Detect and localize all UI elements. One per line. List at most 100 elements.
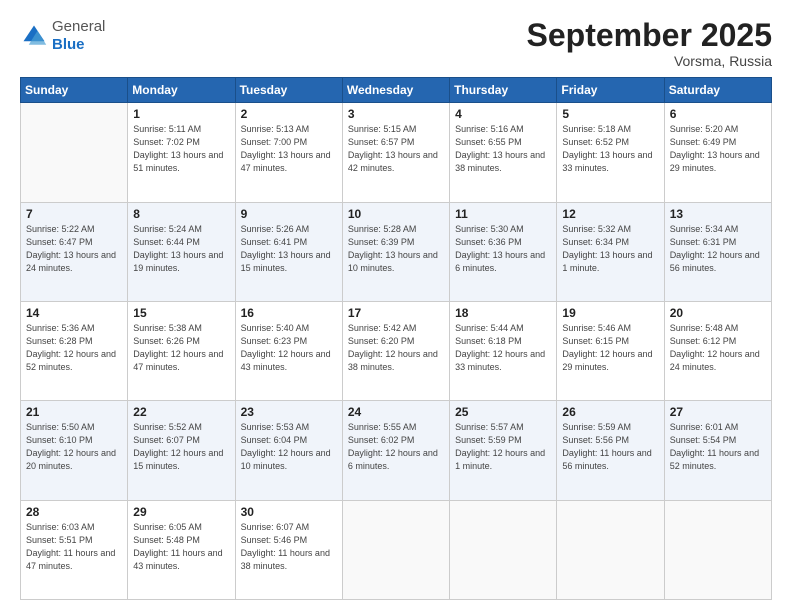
day-info: Sunrise: 5:24 AMSunset: 6:44 PMDaylight:…: [133, 223, 230, 275]
day-number: 8: [133, 207, 230, 221]
day-info: Sunrise: 5:40 AMSunset: 6:23 PMDaylight:…: [241, 322, 338, 374]
day-number: 24: [348, 405, 445, 419]
title-block: September 2025 Vorsma, Russia: [527, 18, 772, 69]
day-info: Sunrise: 5:13 AMSunset: 7:00 PMDaylight:…: [241, 123, 338, 175]
day-info: Sunrise: 5:55 AMSunset: 6:02 PMDaylight:…: [348, 421, 445, 473]
weekday-header-wednesday: Wednesday: [342, 78, 449, 103]
calendar-cell: 21 Sunrise: 5:50 AMSunset: 6:10 PMDayligh…: [21, 401, 128, 500]
day-info: Sunrise: 6:01 AMSunset: 5:54 PMDaylight:…: [670, 421, 767, 473]
day-info: Sunrise: 5:53 AMSunset: 6:04 PMDaylight:…: [241, 421, 338, 473]
day-number: 5: [562, 107, 659, 121]
calendar-cell: [557, 500, 664, 599]
day-info: Sunrise: 5:59 AMSunset: 5:56 PMDaylight:…: [562, 421, 659, 473]
day-number: 4: [455, 107, 552, 121]
day-info: Sunrise: 5:34 AMSunset: 6:31 PMDaylight:…: [670, 223, 767, 275]
calendar-cell: 18 Sunrise: 5:44 AMSunset: 6:18 PMDayligh…: [450, 301, 557, 400]
day-info: Sunrise: 5:20 AMSunset: 6:49 PMDaylight:…: [670, 123, 767, 175]
calendar-cell: 9 Sunrise: 5:26 AMSunset: 6:41 PMDaylight…: [235, 202, 342, 301]
day-number: 20: [670, 306, 767, 320]
calendar-body: 1Sunrise: 5:11 AMSunset: 7:02 PMDaylight…: [21, 103, 772, 600]
day-info: Sunrise: 5:50 AMSunset: 6:10 PMDaylight:…: [26, 421, 123, 473]
calendar-cell: 5 Sunrise: 5:18 AMSunset: 6:52 PMDaylight…: [557, 103, 664, 202]
day-number: 15: [133, 306, 230, 320]
day-info: Sunrise: 6:03 AMSunset: 5:51 PMDaylight:…: [26, 521, 123, 573]
day-number: 7: [26, 207, 123, 221]
weekday-header-monday: Monday: [128, 78, 235, 103]
day-info: Sunrise: 6:05 AMSunset: 5:48 PMDaylight:…: [133, 521, 230, 573]
day-info: Sunrise: 5:57 AMSunset: 5:59 PMDaylight:…: [455, 421, 552, 473]
day-info: Sunrise: 5:18 AMSunset: 6:52 PMDaylight:…: [562, 123, 659, 175]
day-number: 25: [455, 405, 552, 419]
calendar-cell: 7Sunrise: 5:22 AMSunset: 6:47 PMDaylight…: [21, 202, 128, 301]
page: General Blue September 2025 Vorsma, Russ…: [0, 0, 792, 612]
calendar-cell: 11 Sunrise: 5:30 AMSunset: 6:36 PMDayligh…: [450, 202, 557, 301]
day-number: 30: [241, 505, 338, 519]
month-title: September 2025: [527, 18, 772, 53]
day-number: 29: [133, 505, 230, 519]
day-number: 6: [670, 107, 767, 121]
calendar-header: SundayMondayTuesdayWednesdayThursdayFrid…: [21, 78, 772, 103]
calendar-week-row: 14 Sunrise: 5:36 AMSunset: 6:28 PMDayligh…: [21, 301, 772, 400]
day-info: Sunrise: 5:42 AMSunset: 6:20 PMDaylight:…: [348, 322, 445, 374]
calendar-cell: 10 Sunrise: 5:28 AMSunset: 6:39 PMDayligh…: [342, 202, 449, 301]
calendar-week-row: 28 Sunrise: 6:03 AMSunset: 5:51 PMDayligh…: [21, 500, 772, 599]
day-number: 10: [348, 207, 445, 221]
calendar-week-row: 7Sunrise: 5:22 AMSunset: 6:47 PMDaylight…: [21, 202, 772, 301]
calendar-cell: 23Sunrise: 5:53 AMSunset: 6:04 PMDayligh…: [235, 401, 342, 500]
calendar-cell: 16 Sunrise: 5:40 AMSunset: 6:23 PMDayligh…: [235, 301, 342, 400]
calendar-cell: 24 Sunrise: 5:55 AMSunset: 6:02 PMDayligh…: [342, 401, 449, 500]
day-info: Sunrise: 5:30 AMSunset: 6:36 PMDaylight:…: [455, 223, 552, 275]
calendar-cell: 12 Sunrise: 5:32 AMSunset: 6:34 PMDayligh…: [557, 202, 664, 301]
day-info: Sunrise: 5:44 AMSunset: 6:18 PMDaylight:…: [455, 322, 552, 374]
day-info: Sunrise: 5:32 AMSunset: 6:34 PMDaylight:…: [562, 223, 659, 275]
calendar: SundayMondayTuesdayWednesdayThursdayFrid…: [20, 77, 772, 600]
day-number: 22: [133, 405, 230, 419]
day-info: Sunrise: 5:46 AMSunset: 6:15 PMDaylight:…: [562, 322, 659, 374]
day-number: 11: [455, 207, 552, 221]
calendar-week-row: 1Sunrise: 5:11 AMSunset: 7:02 PMDaylight…: [21, 103, 772, 202]
calendar-cell: 14 Sunrise: 5:36 AMSunset: 6:28 PMDayligh…: [21, 301, 128, 400]
calendar-cell: 4 Sunrise: 5:16 AMSunset: 6:55 PMDaylight…: [450, 103, 557, 202]
day-number: 18: [455, 306, 552, 320]
logo-blue-text: Blue: [52, 36, 85, 53]
calendar-cell: 20 Sunrise: 5:48 AMSunset: 6:12 PMDayligh…: [664, 301, 771, 400]
calendar-cell: [342, 500, 449, 599]
calendar-cell: 6 Sunrise: 5:20 AMSunset: 6:49 PMDaylight…: [664, 103, 771, 202]
calendar-cell: [21, 103, 128, 202]
calendar-cell: 28 Sunrise: 6:03 AMSunset: 5:51 PMDayligh…: [21, 500, 128, 599]
day-info: Sunrise: 5:38 AMSunset: 6:26 PMDaylight:…: [133, 322, 230, 374]
day-number: 9: [241, 207, 338, 221]
logo: General Blue: [20, 18, 105, 54]
day-number: 17: [348, 306, 445, 320]
location: Vorsma, Russia: [527, 53, 772, 69]
weekday-header-thursday: Thursday: [450, 78, 557, 103]
calendar-cell: 2 Sunrise: 5:13 AMSunset: 7:00 PMDaylight…: [235, 103, 342, 202]
calendar-cell: 22 Sunrise: 5:52 AMSunset: 6:07 PMDayligh…: [128, 401, 235, 500]
weekday-header-saturday: Saturday: [664, 78, 771, 103]
calendar-cell: 13Sunrise: 5:34 AMSunset: 6:31 PMDayligh…: [664, 202, 771, 301]
weekday-header-friday: Friday: [557, 78, 664, 103]
calendar-week-row: 21 Sunrise: 5:50 AMSunset: 6:10 PMDayligh…: [21, 401, 772, 500]
calendar-cell: 26Sunrise: 5:59 AMSunset: 5:56 PMDayligh…: [557, 401, 664, 500]
day-number: 16: [241, 306, 338, 320]
day-info: Sunrise: 6:07 AMSunset: 5:46 PMDaylight:…: [241, 521, 338, 573]
day-info: Sunrise: 5:26 AMSunset: 6:41 PMDaylight:…: [241, 223, 338, 275]
weekday-row: SundayMondayTuesdayWednesdayThursdayFrid…: [21, 78, 772, 103]
calendar-cell: 1Sunrise: 5:11 AMSunset: 7:02 PMDaylight…: [128, 103, 235, 202]
calendar-cell: 8 Sunrise: 5:24 AMSunset: 6:44 PMDaylight…: [128, 202, 235, 301]
calendar-cell: [450, 500, 557, 599]
day-number: 19: [562, 306, 659, 320]
day-number: 12: [562, 207, 659, 221]
day-number: 21: [26, 405, 123, 419]
day-info: Sunrise: 5:52 AMSunset: 6:07 PMDaylight:…: [133, 421, 230, 473]
day-number: 28: [26, 505, 123, 519]
calendar-cell: 29 Sunrise: 6:05 AMSunset: 5:48 PMDayligh…: [128, 500, 235, 599]
day-info: Sunrise: 5:28 AMSunset: 6:39 PMDaylight:…: [348, 223, 445, 275]
day-number: 2: [241, 107, 338, 121]
day-number: 3: [348, 107, 445, 121]
day-info: Sunrise: 5:48 AMSunset: 6:12 PMDaylight:…: [670, 322, 767, 374]
logo-general-text: General: [52, 18, 105, 35]
day-info: Sunrise: 5:16 AMSunset: 6:55 PMDaylight:…: [455, 123, 552, 175]
day-info: Sunrise: 5:36 AMSunset: 6:28 PMDaylight:…: [26, 322, 123, 374]
day-number: 14: [26, 306, 123, 320]
